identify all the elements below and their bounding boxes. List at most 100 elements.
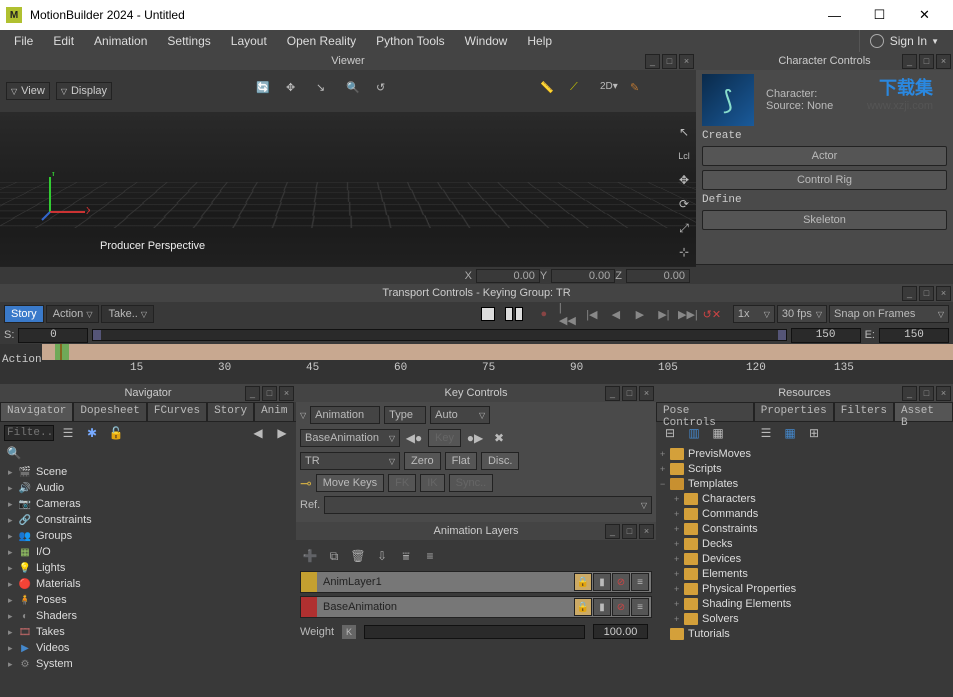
list-icon[interactable]: ☰ — [756, 423, 776, 443]
animation-dropdown[interactable]: Animation — [310, 406, 380, 424]
story-tab[interactable]: Story — [4, 305, 44, 323]
display-dropdown[interactable]: ▽Display — [56, 82, 112, 100]
res-close-icon[interactable]: × — [936, 386, 951, 401]
expand-icon[interactable]: ▸ — [8, 611, 18, 622]
resource-item[interactable]: +Constraints — [656, 521, 953, 536]
resource-item[interactable]: +Elements — [656, 566, 953, 581]
expand-icon[interactable]: ▸ — [8, 563, 18, 574]
menu-animation[interactable]: Animation — [84, 34, 157, 48]
zero-button[interactable]: Zero — [404, 452, 441, 470]
al-max-icon[interactable]: □ — [622, 524, 637, 539]
expand-icon[interactable]: ▸ — [8, 579, 18, 590]
fps-dropdown[interactable]: 30 fps▽ — [777, 305, 827, 323]
tab-anim[interactable]: Anim — [254, 402, 294, 421]
expand-icon[interactable]: + — [674, 509, 684, 519]
transport-close-icon[interactable]: × — [936, 286, 951, 301]
tab-fcurves[interactable]: FCurves — [147, 402, 207, 421]
ruler-icon[interactable]: 📏 — [540, 81, 560, 101]
transport-min-icon[interactable]: _ — [902, 286, 917, 301]
goto-end-icon[interactable]: ▶▶| — [679, 306, 697, 322]
tree-item[interactable]: ▸◐Shaders — [0, 608, 296, 624]
grease-pencil-icon[interactable]: ✎ — [630, 81, 650, 101]
tree-item[interactable]: ▸🧍Poses — [0, 592, 296, 608]
layer-menu-icon[interactable]: ≡ — [631, 598, 649, 616]
ik-button[interactable]: IK — [420, 474, 444, 492]
rotate-tool-icon[interactable]: ⟳ — [674, 194, 694, 214]
layer-lock-icon[interactable]: 🔒 — [574, 598, 592, 616]
prev-key-icon[interactable]: ◀● — [404, 428, 424, 448]
flatten-icon[interactable]: ⩸ — [396, 546, 416, 566]
end-track-input[interactable] — [791, 328, 861, 343]
kc-max-icon[interactable]: □ — [622, 386, 637, 401]
filter-input[interactable] — [4, 425, 54, 441]
large-icons-icon[interactable]: ▦ — [780, 423, 800, 443]
fk-button[interactable]: FK — [388, 474, 416, 492]
layer-solo-icon[interactable]: ⊘ — [612, 598, 630, 616]
kc-close-icon[interactable]: × — [639, 386, 654, 401]
expand-icon[interactable]: + — [674, 539, 684, 549]
lock-icon[interactable]: 🔓 — [106, 423, 126, 443]
timeline-ruler[interactable]: Action 153045607590105120135 — [0, 344, 953, 384]
expand-icon[interactable]: ▸ — [8, 515, 18, 526]
playback-rate-dropdown[interactable]: 1x▽ — [733, 305, 775, 323]
resource-item[interactable]: −Templates — [656, 476, 953, 491]
layer-solo-icon[interactable]: ⊘ — [612, 573, 630, 591]
weight-input[interactable] — [593, 624, 648, 639]
expand-icon[interactable]: ▸ — [8, 547, 18, 558]
move-tool-icon[interactable]: ✥ — [674, 170, 694, 190]
weight-key-icon[interactable]: K — [342, 625, 356, 639]
expand-icon[interactable]: ▸ — [8, 499, 18, 510]
scale-tool-icon[interactable]: ⤢ — [674, 218, 694, 238]
tree-item[interactable]: ▸🔊Audio — [0, 480, 296, 496]
res-max-icon[interactable]: □ — [919, 386, 934, 401]
small-icons-icon[interactable]: ⊞ — [804, 423, 824, 443]
expand-icon[interactable]: + — [674, 494, 684, 504]
range-end-handle[interactable] — [778, 330, 786, 340]
resource-item[interactable]: +Decks — [656, 536, 953, 551]
resource-item[interactable]: +Commands — [656, 506, 953, 521]
tab-properties[interactable]: Properties — [754, 402, 834, 421]
tree-item[interactable]: ▸🎬Scene — [0, 464, 296, 480]
resource-item[interactable]: +Scripts — [656, 461, 953, 476]
local-tool-icon[interactable]: Lcl — [674, 146, 694, 166]
sign-in-button[interactable]: Sign In ▼ — [859, 30, 949, 52]
kc-chevron-icon[interactable]: ▽ — [300, 411, 306, 420]
tree-item[interactable]: ▸👥Groups — [0, 528, 296, 544]
charctrl-close-icon[interactable]: × — [936, 54, 951, 69]
frame-prev-icon[interactable] — [505, 307, 513, 321]
keylock-icon[interactable]: ⊸ — [300, 475, 312, 492]
expand-icon[interactable]: ▸ — [8, 627, 18, 638]
tree-item[interactable]: ▸🔗Constraints — [0, 512, 296, 528]
viewer-min-icon[interactable]: _ — [645, 54, 660, 69]
resource-item[interactable]: +Physical Properties — [656, 581, 953, 596]
expand-icon[interactable]: + — [674, 524, 684, 534]
coord-x[interactable]: 0.00 — [476, 269, 540, 283]
resource-item[interactable]: +PrevisMoves — [656, 446, 953, 461]
expand-icon[interactable]: ▸ — [8, 643, 18, 654]
list-mode-icon[interactable]: ☰ — [58, 423, 78, 443]
expand-icon[interactable]: + — [674, 569, 684, 579]
close-button[interactable]: ✕ — [902, 0, 947, 30]
record-icon[interactable]: ● — [535, 306, 553, 322]
skeleton-button[interactable]: Skeleton — [702, 210, 947, 230]
layer-item[interactable]: BaseAnimation🔒▮⊘≡ — [300, 596, 652, 618]
tab-asset-browser[interactable]: Asset B — [894, 402, 953, 421]
grid-view-icon[interactable]: ▦ — [708, 423, 728, 443]
layer-mute-icon[interactable]: ▮ — [593, 598, 611, 616]
viewer-max-icon[interactable]: □ — [662, 54, 677, 69]
tree-item[interactable]: ▸🎞Takes — [0, 624, 296, 640]
play-icon[interactable]: ▶ — [631, 306, 649, 322]
skeleton-tool-icon[interactable]: ⊹ — [674, 242, 694, 262]
tree-item[interactable]: ▸▦I/O — [0, 544, 296, 560]
menu-settings[interactable]: Settings — [157, 34, 220, 48]
disc-button[interactable]: Disc. — [481, 452, 519, 470]
expand-icon[interactable]: + — [660, 449, 670, 459]
resources-tree[interactable]: +PrevisMoves+Scripts−Templates+Character… — [656, 444, 953, 679]
resource-item[interactable]: Tutorials — [656, 626, 953, 641]
merge-down-icon[interactable]: ⇩ — [372, 546, 392, 566]
take-dropdown[interactable]: Take.. ▽ — [101, 305, 154, 323]
tree-item[interactable]: ▸⚙System — [0, 656, 296, 672]
search-icon[interactable]: 🔍 — [4, 443, 24, 463]
layer-menu-icon[interactable]: ≡ — [631, 573, 649, 591]
ref-dropdown[interactable]: ▽ — [324, 496, 652, 514]
